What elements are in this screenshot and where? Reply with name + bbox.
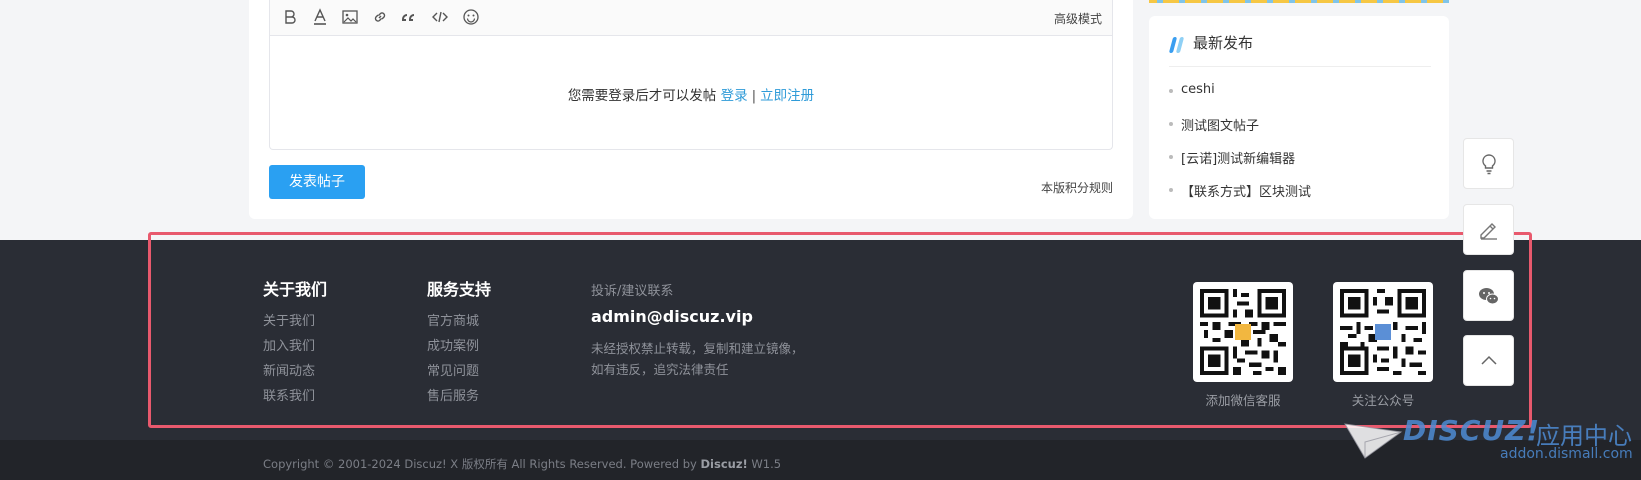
chevron-up-icon — [1481, 355, 1497, 365]
title-mark-icon — [1168, 37, 1185, 53]
reply-editor-card: 高级模式 您需要登录后才可以发帖 登录 | 立即注册 发表帖子 本版积分规则 — [249, 0, 1133, 219]
wechat-icon — [1479, 288, 1499, 305]
image-icon[interactable] — [340, 8, 360, 28]
watermark-brand: DISCUZ! — [1403, 414, 1541, 447]
list-item[interactable]: [云诺]测试新编辑器 — [1169, 148, 1311, 181]
emoji-icon[interactable] — [461, 8, 481, 28]
code-icon[interactable] — [430, 8, 450, 28]
editor-box: 高级模式 您需要登录后才可以发帖 登录 | 立即注册 — [269, 0, 1113, 150]
copyright-line: Copyright © 2001-2024 Discuz! X 版权所有 All… — [263, 457, 697, 471]
watermark-url: addon.dismall.com — [1500, 446, 1633, 462]
paper-plane-icon — [1344, 423, 1403, 459]
latest-posts-title: 最新发布 — [1193, 34, 1254, 52]
list-item[interactable]: 测试图文帖子 — [1169, 115, 1311, 148]
tips-button[interactable] — [1463, 138, 1514, 189]
list-item[interactable]: ceshi — [1169, 82, 1311, 115]
bold-icon[interactable] — [280, 8, 300, 28]
editor-toolbar: 高级模式 — [270, 0, 1112, 36]
version-text: W1.5 — [751, 457, 782, 471]
edit-icon — [1480, 223, 1497, 240]
back-to-top-button[interactable] — [1463, 335, 1514, 386]
sidebar-banner-strip — [1149, 0, 1449, 3]
latest-posts-header: 最新发布 — [1168, 32, 1431, 67]
advanced-mode-link[interactable]: 高级模式 — [1054, 10, 1102, 27]
font-color-icon[interactable] — [310, 8, 330, 28]
lightbulb-icon — [1482, 154, 1496, 175]
list-item[interactable]: 【联系方式】区块测试 — [1169, 181, 1311, 214]
footer-highlight-box — [148, 232, 1532, 428]
compose-button[interactable] — [1463, 204, 1514, 255]
latest-posts-card: 最新发布 ceshi 测试图文帖子 [云诺]测试新编辑器 【联系方式】区块测试 — [1149, 16, 1449, 219]
link-separator: | — [751, 88, 757, 104]
register-link[interactable]: 立即注册 — [760, 88, 814, 104]
link-icon[interactable] — [370, 8, 390, 28]
credit-rules-link[interactable]: 本版积分规则 — [1041, 179, 1113, 196]
login-link[interactable]: 登录 — [721, 88, 748, 104]
quote-icon[interactable] — [400, 8, 420, 28]
login-required-message: 您需要登录后才可以发帖 登录 | 立即注册 — [270, 84, 1112, 104]
discuz-watermark: DISCUZ! 应用中心 addon.dismall.com — [1343, 414, 1641, 480]
copyright-text: Copyright © 2001-2024 Discuz! X 版权所有 All… — [263, 456, 781, 472]
latest-posts-list: ceshi 测试图文帖子 [云诺]测试新编辑器 【联系方式】区块测试 — [1169, 82, 1311, 214]
powered-brand[interactable]: Discuz! — [700, 457, 747, 471]
post-button[interactable]: 发表帖子 — [269, 165, 365, 199]
wechat-button[interactable] — [1463, 270, 1514, 321]
login-prompt-text: 您需要登录后才可以发帖 — [567, 88, 717, 104]
